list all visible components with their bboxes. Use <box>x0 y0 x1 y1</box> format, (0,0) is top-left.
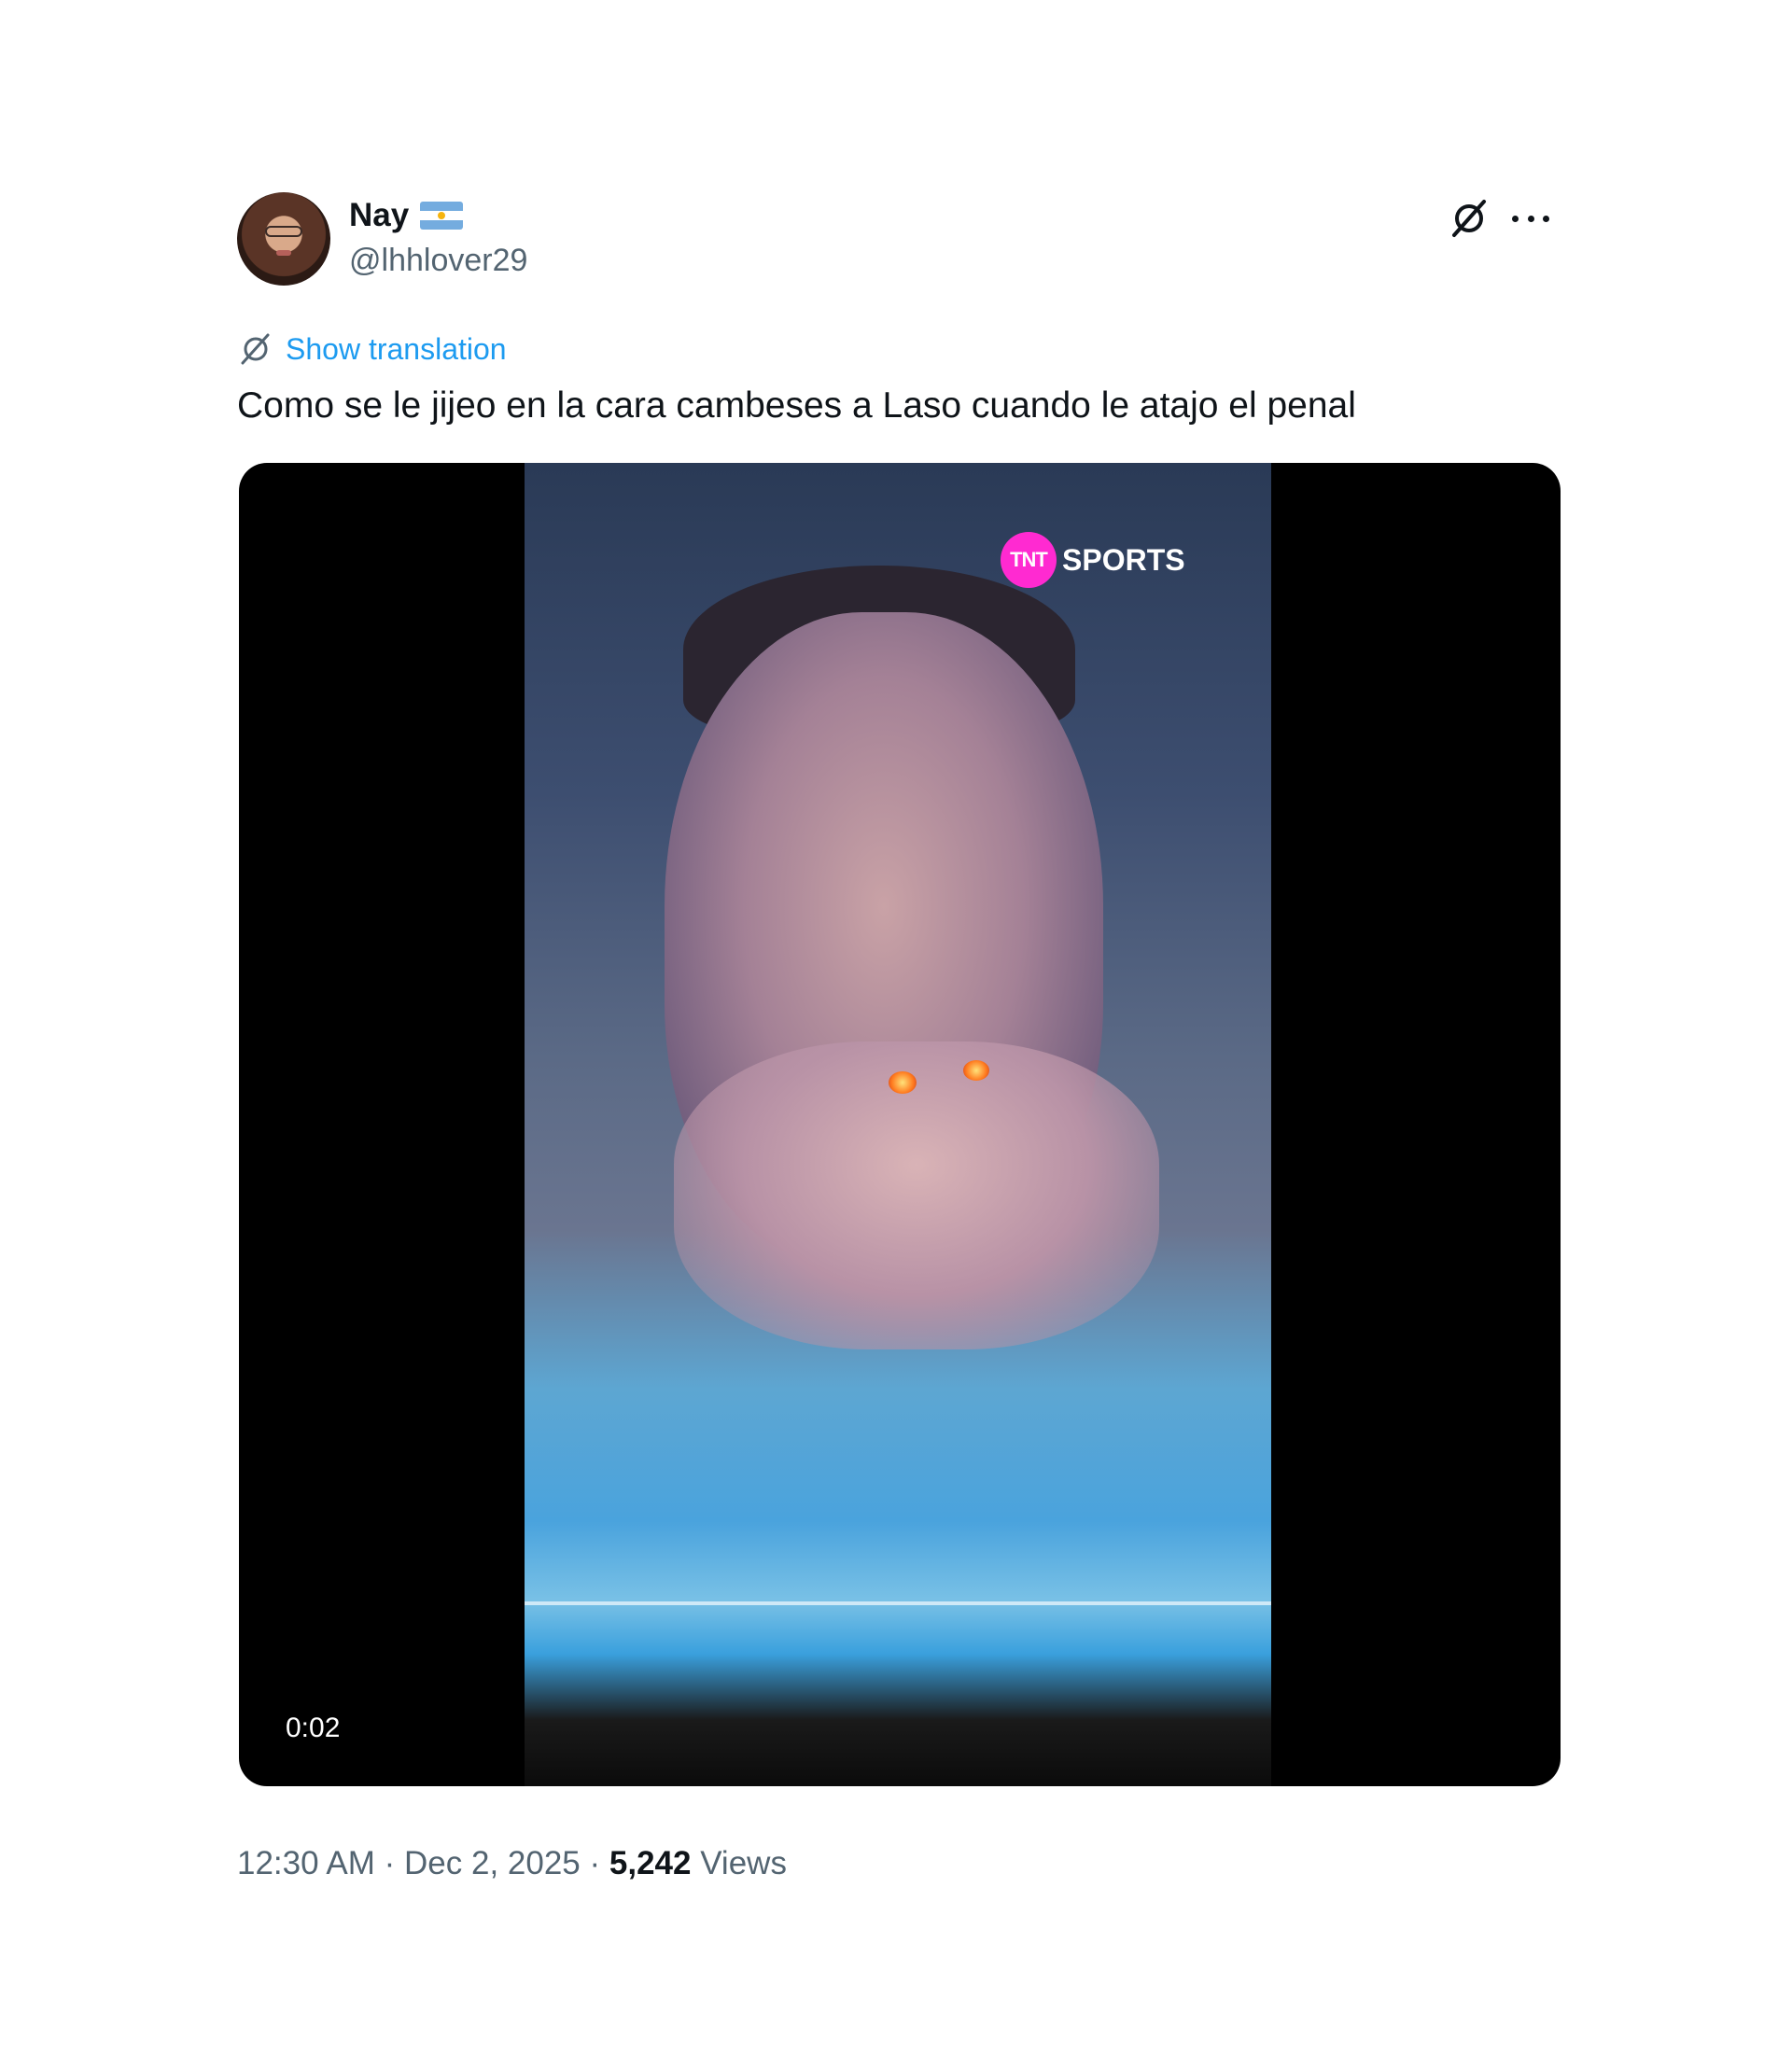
avatar-lips <box>276 250 291 256</box>
grok-icon <box>241 333 270 365</box>
tnt-sports-logo: TNT SPORTS <box>1001 532 1185 588</box>
tweet-time[interactable]: 12:30 AM <box>237 1845 375 1881</box>
flag-sun-icon <box>438 212 446 219</box>
tnt-badge: TNT <box>1001 532 1057 588</box>
lit-ember-icon <box>963 1060 989 1081</box>
show-translation-label[interactable]: Show translation <box>286 332 507 367</box>
author-name-block: Nay @lhhlover29 <box>349 194 527 282</box>
video-player[interactable]: TNT SPORTS 0:02 <box>239 463 1561 1786</box>
tweet: Nay @lhhlover29 Show translation Como se… <box>237 190 1561 1881</box>
more-dot-icon <box>1527 215 1534 222</box>
author-handle[interactable]: @lhhlover29 <box>349 239 527 282</box>
grok-icon[interactable] <box>1447 196 1491 241</box>
argentina-flag-icon <box>420 202 464 230</box>
meta-separator: · <box>384 1845 396 1881</box>
author-display-name-row[interactable]: Nay <box>349 194 527 237</box>
more-dot-icon <box>1512 215 1519 222</box>
views-count: 5,242 <box>609 1845 692 1881</box>
video-subject-hands <box>674 1041 1159 1349</box>
views-label: Views <box>700 1845 787 1881</box>
header-actions <box>1447 196 1559 241</box>
tweet-text: Como se le jijeo en la cara cambeses a L… <box>237 385 1356 426</box>
tweet-header: Nay @lhhlover29 <box>237 190 1559 287</box>
video-duration: 0:02 <box>286 1712 341 1743</box>
tnt-sports-word: SPORTS <box>1062 542 1185 577</box>
more-options-icon[interactable] <box>1512 213 1549 224</box>
meta-separator: · <box>589 1845 601 1881</box>
avatar-glasses <box>265 226 302 237</box>
jersey-stripe <box>525 1601 1271 1605</box>
video-frame[interactable]: TNT SPORTS <box>525 463 1271 1786</box>
avatar[interactable] <box>237 192 330 286</box>
tweet-meta: 12:30 AM · Dec 2, 2025 · 5,242 Views <box>237 1842 787 1885</box>
lit-ember-icon <box>889 1071 917 1094</box>
tweet-date[interactable]: Dec 2, 2025 <box>404 1845 581 1881</box>
more-dot-icon <box>1543 215 1549 222</box>
author-display-name[interactable]: Nay <box>349 194 409 237</box>
show-translation-link[interactable]: Show translation <box>237 329 1559 370</box>
